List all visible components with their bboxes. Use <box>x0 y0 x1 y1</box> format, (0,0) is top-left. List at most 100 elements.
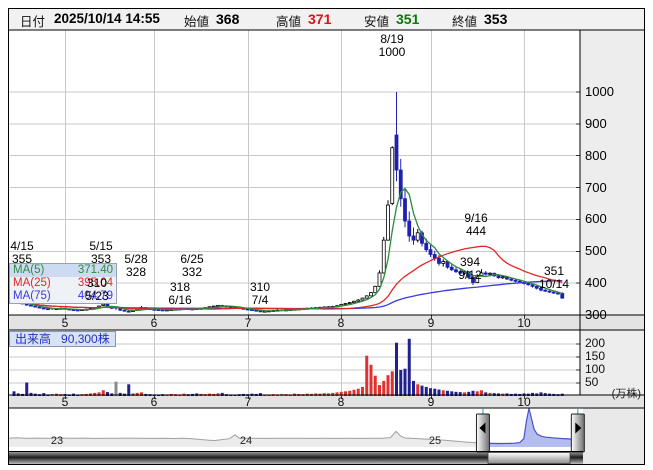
month-label: 5 <box>62 396 69 409</box>
candle-body <box>412 236 415 240</box>
candle-body <box>450 267 453 270</box>
volume-bar <box>387 375 390 396</box>
volume-bar <box>221 393 224 396</box>
volume-bar <box>404 369 407 396</box>
volume-bar <box>370 365 373 396</box>
volume-bar <box>391 371 394 396</box>
navigator-year-label: 24 <box>240 435 252 448</box>
month-label: 10 <box>517 396 530 409</box>
month-label: 8 <box>338 317 345 330</box>
candle-body <box>501 277 504 278</box>
navigator-year-label: 25 <box>429 435 441 448</box>
candle-body <box>408 221 411 236</box>
volume-bar <box>489 393 492 396</box>
volume-bar <box>119 393 122 396</box>
volume-bar <box>399 370 402 396</box>
volume-bar <box>365 356 368 396</box>
swing-annotation: 6/25332 <box>180 253 203 278</box>
date-value: 2025/10/14 14:55 <box>54 11 160 26</box>
candle-body <box>404 199 407 221</box>
candle-body <box>246 309 249 310</box>
open-value: 368 <box>216 11 239 27</box>
month-label: 9 <box>428 396 435 409</box>
volume-bar <box>382 381 385 396</box>
month-label: 6 <box>151 317 158 330</box>
candle-body <box>387 205 390 240</box>
price-axis-label: 800 <box>585 149 607 162</box>
swing-annotation: 3949/12 <box>458 256 481 281</box>
candle-body <box>438 258 441 263</box>
candle-body <box>425 243 428 249</box>
close-label: 終値 <box>452 11 477 30</box>
candle-body <box>510 279 513 280</box>
candle-body <box>484 273 487 274</box>
candle-body <box>552 292 555 293</box>
candle-body <box>30 305 33 306</box>
month-label: 7 <box>245 396 252 409</box>
price-axis-label: 600 <box>585 212 607 225</box>
swing-annotation: 3105/23 <box>85 277 108 302</box>
date-label: 日付 <box>20 11 45 30</box>
volume-bar <box>136 393 139 396</box>
range-handle-right[interactable] <box>571 414 584 452</box>
month-strip-1 <box>8 315 645 330</box>
volume-label: 出来高 90,300株 <box>9 331 116 347</box>
volume-bar <box>412 381 415 396</box>
candle-body <box>370 293 373 296</box>
candle-body <box>42 308 45 309</box>
price-axis-label: 300 <box>585 308 607 321</box>
volume-bar <box>378 385 381 396</box>
candle-body <box>391 148 394 204</box>
volume-bar <box>127 384 130 396</box>
ohlc-header: 日付 2025/10/14 14:55 始値 368 高値 371 安値 351… <box>8 8 645 30</box>
open-label: 始値 <box>184 11 209 30</box>
volume-label-name: 出来高 <box>15 332 51 346</box>
volume-bar <box>416 384 419 396</box>
candle-body <box>374 286 377 292</box>
scrollbar-thumb[interactable] <box>488 453 570 464</box>
volume-bar <box>25 382 28 396</box>
swing-annotation: 3186/16 <box>168 281 191 306</box>
month-label: 6 <box>151 396 158 409</box>
price-axis-label: 400 <box>585 276 607 289</box>
candle-body <box>34 306 37 307</box>
candle-body <box>127 311 130 312</box>
candle-body <box>344 304 347 305</box>
candle-body <box>514 280 517 281</box>
price-axis-label: 1000 <box>585 85 614 98</box>
close-value: 353 <box>484 11 507 27</box>
chart-canvas <box>0 0 653 470</box>
volume-bar <box>374 376 377 396</box>
swing-annotation: 5/28328 <box>124 253 147 278</box>
volume-bar <box>408 339 411 396</box>
candle-body <box>455 270 458 272</box>
month-label: 8 <box>338 396 345 409</box>
candle-body <box>489 273 492 274</box>
month-label: 5 <box>62 317 69 330</box>
candle-body <box>38 307 41 308</box>
range-handle-left[interactable] <box>476 414 489 452</box>
month-label: 10 <box>517 317 530 330</box>
swing-annotation: 8/191000 <box>379 33 406 58</box>
month-label: 9 <box>428 317 435 330</box>
candle-body <box>561 293 564 298</box>
candle-body <box>251 310 254 311</box>
high-label: 高値 <box>276 11 301 30</box>
swing-annotation: 35110/14 <box>539 265 569 290</box>
volume-bar <box>93 393 96 396</box>
candle-body <box>378 273 381 286</box>
candle-body <box>429 250 432 255</box>
candle-body <box>416 233 419 240</box>
candle-body <box>102 304 105 305</box>
volume-bar <box>395 343 398 396</box>
volume-axis-unit: (万株) <box>585 388 641 401</box>
high-value: 371 <box>308 11 331 27</box>
candle-body <box>535 286 538 288</box>
candle-body <box>353 301 356 302</box>
candle-body <box>557 293 560 294</box>
month-strip-2 <box>8 395 645 408</box>
volume-bar <box>115 382 118 396</box>
candle-body <box>548 291 551 292</box>
navigator-side-panel <box>583 408 645 465</box>
volume-label-value: 90,300株 <box>61 332 110 346</box>
